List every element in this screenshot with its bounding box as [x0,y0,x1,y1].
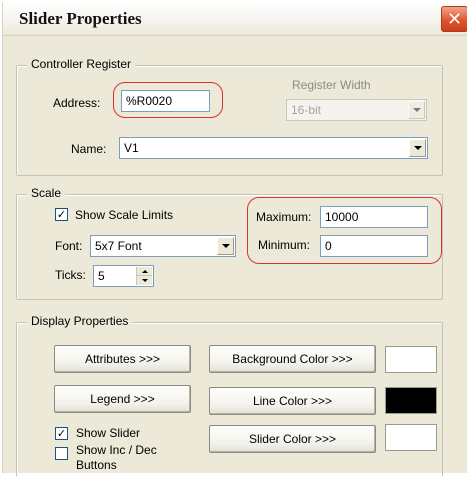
chevron-down-icon [217,237,234,255]
address-label: Address: [53,96,101,110]
show-scale-limits-label: Show Scale Limits [75,208,174,222]
controller-register-legend: Controller Register [27,57,136,71]
ticks-value: 5 [98,269,105,283]
close-icon: ✕ [446,8,463,30]
show-slider-label: Show Slider [76,426,141,440]
name-select[interactable]: V1 [119,137,428,159]
attributes-button[interactable]: Attributes >>> [54,345,191,373]
spin-down-icon[interactable] [137,276,152,285]
font-value: 5x7 Font [95,239,142,253]
font-label: Font: [55,239,83,253]
register-width-label: Register Width [292,78,371,92]
address-highlight-ring [113,82,223,118]
ticks-spinner[interactable]: 5 [93,265,154,287]
font-select[interactable]: 5x7 Font [90,235,236,257]
spin-up-icon[interactable] [137,267,152,276]
title-bar[interactable]: Slider Properties ✕ [3,2,467,36]
slider-properties-dialog: Slider Properties ✕ Controller Register … [2,2,467,477]
legend-button[interactable]: Legend >>> [54,385,191,413]
show-scale-limits-checkbox[interactable]: ✓ [55,208,68,221]
ticks-label: Ticks: [55,268,86,282]
chevron-down-icon [409,139,426,157]
line-color-swatch[interactable] [385,387,437,414]
show-inc-dec-label: Show Inc / Dec [76,443,157,457]
display-properties-legend: Display Properties [27,314,133,328]
dialog-title: Slider Properties [19,9,142,28]
name-value: V1 [124,141,139,155]
show-slider-checkbox[interactable]: ✓ [55,427,68,440]
show-inc-dec-label-cont: Buttons [76,458,117,472]
close-button[interactable]: ✕ [441,6,467,32]
show-inc-dec-checkbox[interactable] [55,447,68,460]
scale-limits-highlight-ring [247,197,442,264]
name-label: Name: [71,142,107,156]
chevron-down-icon [408,101,425,119]
background-color-button[interactable]: Background Color >>> [209,345,376,373]
background-color-swatch[interactable] [385,346,437,373]
register-width-value: 16-bit [291,103,322,117]
scale-legend: Scale [27,186,66,200]
slider-color-swatch[interactable] [385,424,437,451]
slider-color-button[interactable]: Slider Color >>> [209,425,376,453]
register-width-select[interactable]: 16-bit [286,99,427,121]
line-color-button[interactable]: Line Color >>> [209,387,376,415]
